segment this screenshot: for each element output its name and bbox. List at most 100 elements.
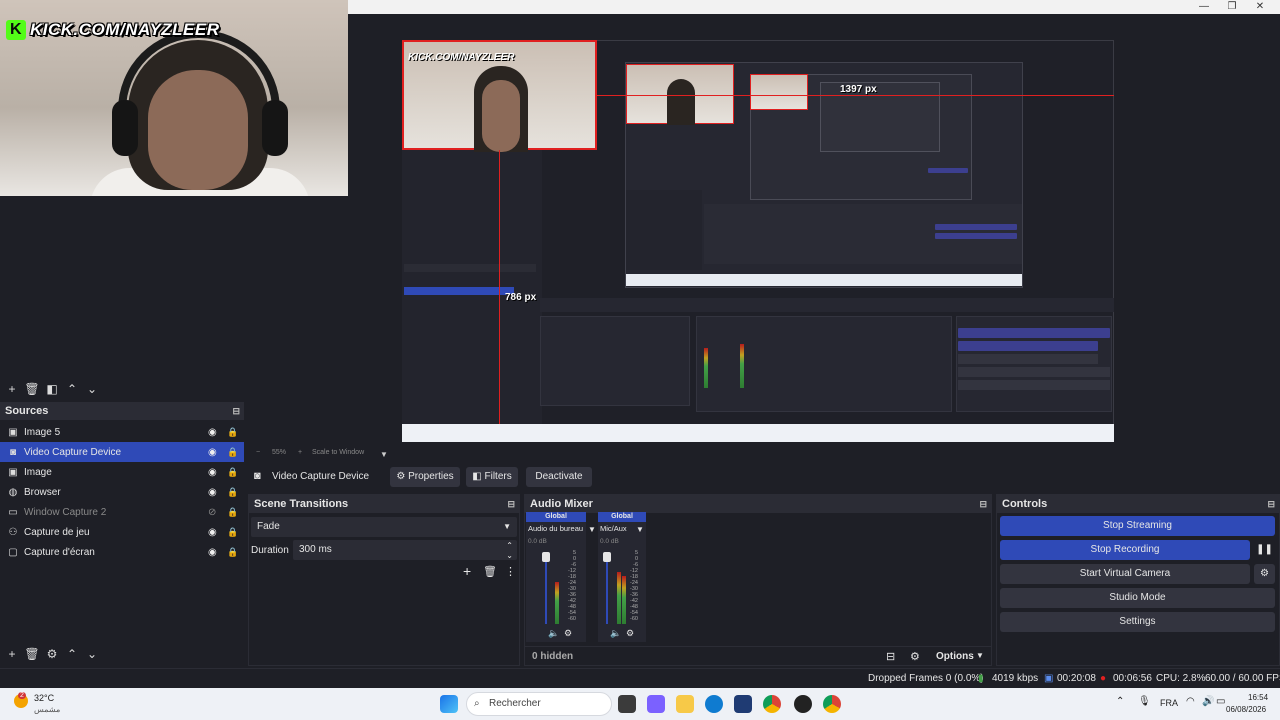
layout-toggle-icon[interactable]: ⊟ bbox=[886, 650, 895, 663]
pause-icon[interactable]: ❚❚ bbox=[1254, 540, 1275, 560]
undock-icon[interactable]: ⊟ bbox=[507, 495, 515, 513]
source-item[interactable]: ◍ Browser ◉ 🔒 bbox=[0, 482, 244, 502]
fader-knob[interactable] bbox=[542, 552, 550, 562]
maximize-icon[interactable]: ❐ bbox=[1218, 0, 1246, 14]
edge-icon[interactable] bbox=[705, 695, 723, 713]
lock-icon[interactable]: 🔒 bbox=[227, 427, 238, 438]
settings-button[interactable]: Settings bbox=[1000, 612, 1275, 632]
lock-icon[interactable]: 🔒 bbox=[227, 547, 238, 558]
advanced-audio-icon[interactable]: ⚙ bbox=[910, 650, 920, 663]
lock-icon[interactable]: 🔒 bbox=[227, 447, 238, 458]
gear-icon[interactable]: ⚙ bbox=[626, 628, 634, 639]
windows-start-icon[interactable] bbox=[440, 695, 458, 713]
move-down-icon[interactable]: ⌄ bbox=[84, 646, 100, 662]
gear-icon[interactable]: ⚙ bbox=[1254, 564, 1275, 584]
eye-icon[interactable]: ◉ bbox=[208, 447, 217, 458]
image-icon: ▣ bbox=[8, 426, 18, 438]
zoom-in-icon[interactable]: + bbox=[298, 449, 302, 456]
remove-transition-icon[interactable]: 🗑 bbox=[483, 565, 497, 578]
add-transition-icon[interactable]: + bbox=[463, 563, 471, 579]
volume-icon[interactable]: 🔊 bbox=[1202, 696, 1214, 707]
source-item[interactable]: ▢ Capture d'écran ◉ 🔒 bbox=[0, 542, 244, 562]
gear-icon[interactable]: ⚙ bbox=[564, 628, 572, 639]
source-label: Browser bbox=[24, 486, 61, 498]
undock-icon[interactable]: ⊟ bbox=[1267, 495, 1275, 513]
zoom-mode[interactable]: Scale to Window bbox=[312, 449, 364, 456]
move-up-icon[interactable]: ⌃ bbox=[64, 646, 80, 662]
chevron-down-icon[interactable]: ▼ bbox=[976, 651, 984, 660]
duration-input[interactable]: 300 ms ⌃ ⌄ bbox=[293, 540, 517, 560]
eye-hidden-icon[interactable]: ⊘ bbox=[208, 507, 216, 518]
options-button[interactable]: Options bbox=[936, 651, 974, 662]
remove-source-icon[interactable]: 🗑 bbox=[24, 646, 40, 662]
store-icon[interactable] bbox=[734, 695, 752, 713]
source-item[interactable]: ⚇ Capture de jeu ◉ 🔒 bbox=[0, 522, 244, 542]
move-up-icon[interactable]: ⌃ bbox=[64, 381, 80, 397]
weather-temp[interactable]: 32°C bbox=[34, 693, 54, 703]
duration-value: 300 ms bbox=[299, 544, 332, 555]
widgets-icon[interactable] bbox=[647, 695, 665, 713]
minimize-icon[interactable]: — bbox=[1190, 0, 1218, 14]
eye-icon[interactable]: ◉ bbox=[208, 547, 217, 558]
language-indicator[interactable]: FRA bbox=[1160, 698, 1178, 708]
hidden-count[interactable]: 0 hidden bbox=[532, 651, 573, 662]
clock-date[interactable]: 06/08/2026 bbox=[1226, 705, 1266, 714]
source-item[interactable]: ▣ Image 5 ◉ 🔒 bbox=[0, 422, 244, 442]
remove-scene-icon[interactable]: 🗑 bbox=[24, 381, 40, 397]
speaker-icon[interactable]: 🔈 bbox=[610, 628, 621, 639]
source-item[interactable]: ▣ Image ◉ 🔒 bbox=[0, 462, 244, 482]
more-options-icon[interactable]: ⋮ bbox=[505, 565, 516, 578]
source-item[interactable]: ▭ Window Capture 2 ⊘ 🔒 bbox=[0, 502, 244, 522]
undock-icon[interactable]: ⊟ bbox=[232, 402, 240, 420]
stop-streaming-button[interactable]: Stop Streaming bbox=[1000, 516, 1275, 536]
scenes-list-area[interactable] bbox=[0, 196, 246, 378]
studio-mode-button[interactable]: Studio Mode bbox=[1000, 588, 1275, 608]
zoom-dropdown-icon[interactable]: ▼ bbox=[380, 450, 388, 459]
chevron-down-icon[interactable]: ▼ bbox=[588, 525, 596, 534]
deactivate-button[interactable]: Deactivate bbox=[526, 467, 592, 487]
properties-button[interactable]: ⚙ Properties bbox=[390, 467, 460, 487]
wifi-icon[interactable]: ◠ bbox=[1186, 696, 1195, 707]
scene-filters-icon[interactable]: ◧ bbox=[44, 381, 60, 397]
eye-icon[interactable]: ◉ bbox=[208, 487, 217, 498]
add-scene-icon[interactable]: + bbox=[4, 381, 20, 397]
db-scale: 5 0 -6 -12 -18 -24 -30 -36 -42 -48 -54 -60 bbox=[630, 550, 638, 622]
speaker-icon[interactable]: 🔈 bbox=[548, 628, 559, 639]
filters-button[interactable]: ◧ Filters bbox=[466, 467, 518, 487]
eye-icon[interactable]: ◉ bbox=[208, 427, 217, 438]
channel-name[interactable]: Mic/Aux bbox=[600, 524, 627, 533]
lock-icon[interactable]: 🔒 bbox=[227, 527, 238, 538]
eye-icon[interactable]: ◉ bbox=[208, 527, 217, 538]
preview-webcam-source[interactable]: KICK.COM/NAYZLEER bbox=[402, 40, 597, 152]
clock-time[interactable]: 16:54 bbox=[1248, 693, 1268, 702]
undock-icon[interactable]: ⊟ bbox=[979, 495, 987, 513]
microphone-icon[interactable]: 🎙 bbox=[1138, 696, 1151, 707]
battery-icon[interactable]: ▭ bbox=[1216, 696, 1225, 707]
chrome-icon[interactable] bbox=[763, 695, 781, 713]
file-explorer-icon[interactable] bbox=[676, 695, 694, 713]
lock-icon[interactable]: 🔒 bbox=[227, 487, 238, 498]
lock-icon[interactable]: 🔒 bbox=[227, 467, 238, 478]
gear-icon[interactable]: ⚙ bbox=[44, 646, 60, 662]
lock-icon[interactable]: 🔒 bbox=[227, 507, 238, 518]
move-down-icon[interactable]: ⌄ bbox=[84, 381, 100, 397]
volume-fader[interactable] bbox=[606, 552, 608, 624]
taskbar-search[interactable]: ⌕ Rechercher bbox=[466, 692, 612, 716]
close-icon[interactable]: ✕ bbox=[1246, 0, 1274, 14]
eye-icon[interactable]: ◉ bbox=[208, 467, 217, 478]
channel-name[interactable]: Audio du bureau bbox=[528, 524, 583, 533]
obs-icon[interactable] bbox=[794, 695, 812, 713]
volume-fader[interactable] bbox=[545, 552, 547, 624]
transition-select[interactable]: Fade ▼ bbox=[251, 517, 517, 537]
fader-knob[interactable] bbox=[603, 552, 611, 562]
start-virtual-camera-button[interactable]: Start Virtual Camera bbox=[1000, 564, 1250, 584]
add-source-icon[interactable]: + bbox=[4, 646, 20, 662]
stepper-down-icon[interactable]: ⌄ bbox=[506, 546, 513, 566]
source-item-selected[interactable]: ◙ Video Capture Device ◉ 🔒 bbox=[0, 442, 244, 462]
stop-recording-button[interactable]: Stop Recording bbox=[1000, 540, 1250, 560]
chrome-profile-icon[interactable] bbox=[823, 695, 841, 713]
zoom-out-icon[interactable]: − bbox=[256, 449, 260, 456]
chevron-down-icon[interactable]: ▼ bbox=[636, 525, 644, 534]
chevron-up-icon[interactable]: ⌃ bbox=[1116, 696, 1124, 707]
taskview-icon[interactable] bbox=[618, 695, 636, 713]
